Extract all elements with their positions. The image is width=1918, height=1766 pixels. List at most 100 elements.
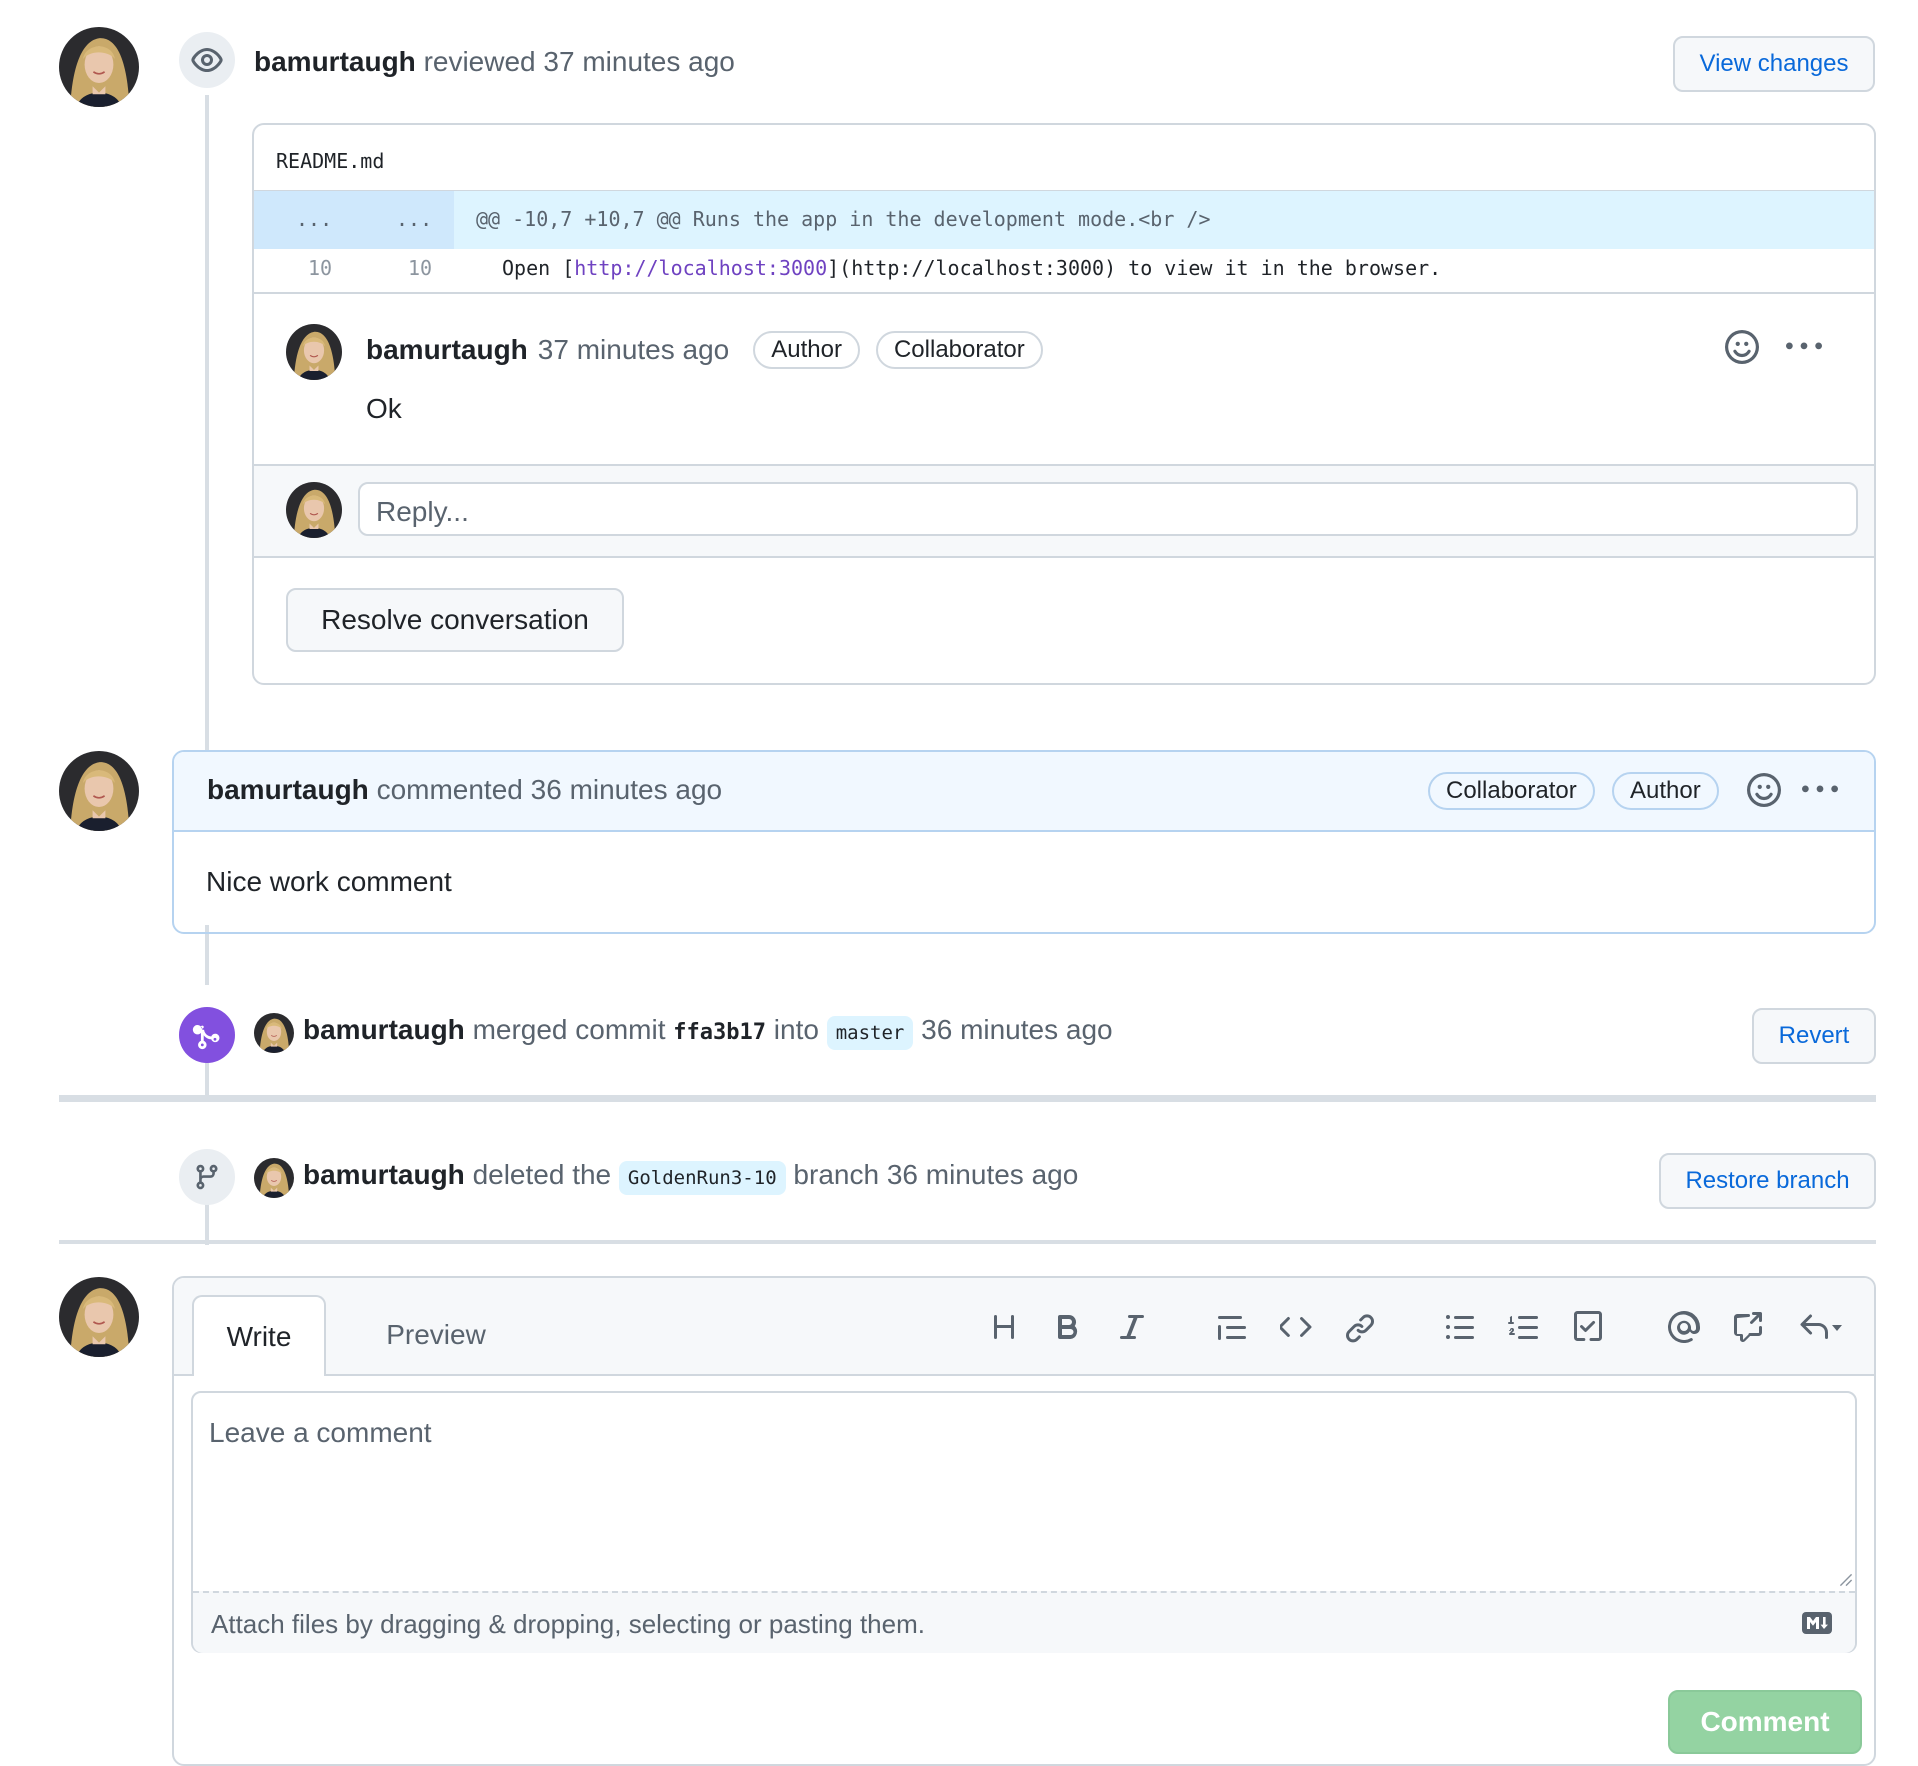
restore-branch-button[interactable]: Restore branch: [1659, 1153, 1876, 1209]
tab-write[interactable]: Write: [192, 1295, 326, 1376]
hunk-right-dots: ...: [396, 207, 433, 231]
author-link[interactable]: bamurtaugh: [303, 1014, 465, 1045]
mention-icon[interactable]: [1664, 1307, 1704, 1347]
code-text: Open [http://localhost:3000](http://loca…: [502, 256, 1441, 280]
author-link[interactable]: bamurtaugh: [207, 774, 369, 805]
resolve-conversation-button[interactable]: Resolve conversation: [286, 588, 624, 652]
add-reaction-button[interactable]: [1744, 770, 1784, 810]
review-action: reviewed: [423, 46, 536, 77]
avatar[interactable]: [254, 1158, 294, 1198]
branch-badge: [179, 1149, 235, 1205]
tab-write-label: Write: [226, 1320, 292, 1352]
review-badge: [179, 32, 235, 88]
kebab-horizontal-icon: [1802, 785, 1838, 793]
timestamp[interactable]: 36 minutes ago: [887, 1159, 1078, 1190]
avatar[interactable]: [59, 27, 139, 107]
author-badge: Author: [753, 331, 860, 369]
numbered-list-icon[interactable]: [1504, 1307, 1544, 1347]
timeline-line: [205, 925, 209, 985]
reply-placeholder: Reply...: [376, 496, 469, 527]
tab-preview-label: Preview: [386, 1318, 486, 1350]
author-link[interactable]: bamurtaugh: [254, 46, 416, 77]
bold-icon[interactable]: [1048, 1307, 1088, 1347]
comment-submit-button[interactable]: Comment: [1668, 1690, 1862, 1754]
task-list-icon[interactable]: [1568, 1307, 1608, 1347]
author-badge: Author: [1612, 772, 1719, 810]
timeline-line: [205, 95, 209, 760]
timestamp[interactable]: 37 minutes ago: [543, 46, 734, 77]
branch-label[interactable]: GoldenRun3-10: [618, 1161, 786, 1195]
eye-icon: [191, 48, 223, 72]
markdown-icon[interactable]: [1801, 1611, 1833, 1635]
heading-icon[interactable]: [984, 1307, 1024, 1347]
link-icon[interactable]: [1340, 1307, 1380, 1347]
review-comment-header: bamurtaugh 37 minutes ago Author Collabo…: [366, 331, 1043, 369]
code-suffix: ](http://localhost:3000) to view it in t…: [827, 256, 1442, 280]
merged-badge: [179, 1007, 235, 1063]
comment-action: commented: [376, 774, 523, 805]
review-comment-body: Ok: [366, 393, 402, 424]
saved-reply-icon[interactable]: [1792, 1307, 1848, 1347]
review-header: bamurtaugh reviewed 37 minutes ago: [254, 46, 735, 78]
code-link: http://localhost:3000: [574, 256, 828, 280]
comment-textarea[interactable]: Leave a comment Attach files by dragging…: [191, 1391, 1857, 1653]
resize-handle-icon[interactable]: [1839, 1573, 1853, 1587]
hunk-row: ... ... @@ -10,7 +10,7 @@ Runs the app i…: [254, 190, 1874, 249]
add-reaction-button[interactable]: [1722, 327, 1762, 367]
comment-box: bamurtaugh commented 36 minutes ago Coll…: [172, 750, 1876, 934]
avatar[interactable]: [286, 324, 342, 380]
avatar[interactable]: [254, 1013, 294, 1053]
deleted-branch-text: bamurtaugh deleted the GoldenRun3-10 bra…: [303, 1159, 1078, 1195]
hunk-left-dots: ...: [296, 207, 333, 231]
italic-icon[interactable]: [1112, 1307, 1152, 1347]
comment-body: Nice work comment: [206, 866, 452, 897]
attach-files-text: Attach files by dragging & dropping, sel…: [211, 1609, 925, 1639]
smiley-icon: [1725, 330, 1759, 364]
timeline-line: [205, 1057, 209, 1097]
author-link[interactable]: bamurtaugh: [366, 334, 528, 366]
cross-reference-icon[interactable]: [1728, 1307, 1768, 1347]
comment-options-button[interactable]: [1798, 770, 1842, 810]
view-changes-button[interactable]: View changes: [1673, 36, 1875, 92]
comment-composer: Write Preview Leave a comment Attach fil…: [172, 1276, 1876, 1766]
quote-icon[interactable]: [1212, 1307, 1252, 1347]
bullet-list-icon[interactable]: [1440, 1307, 1480, 1347]
timeline-divider: [59, 1095, 1876, 1102]
reply-input[interactable]: Reply...: [358, 482, 1858, 536]
code-line: 10 10 Open [http://localhost:3000](http:…: [254, 248, 1874, 294]
line-number-left[interactable]: 10: [308, 256, 332, 280]
merge-action: merged commit: [472, 1014, 666, 1045]
git-branch-icon: [196, 1164, 218, 1190]
attach-bar[interactable]: Attach files by dragging & dropping, sel…: [193, 1591, 1855, 1653]
branch-label[interactable]: master: [826, 1016, 914, 1050]
author-link[interactable]: bamurtaugh: [303, 1159, 465, 1190]
review-thread: README.md ... ... @@ -10,7 +10,7 @@ Runs…: [252, 123, 1876, 685]
commit-sha-link[interactable]: ffa3b17: [673, 1020, 766, 1045]
deleted-action: deleted the: [472, 1159, 612, 1190]
merge-text: bamurtaugh merged commit ffa3b17 into ma…: [303, 1014, 1113, 1050]
collaborator-badge: Collaborator: [875, 331, 1043, 369]
avatar[interactable]: [59, 751, 139, 831]
comment-options-button[interactable]: [1782, 327, 1826, 367]
timestamp[interactable]: 36 minutes ago: [531, 774, 722, 805]
timestamp[interactable]: 37 minutes ago: [538, 334, 729, 366]
tab-preview[interactable]: Preview: [366, 1295, 506, 1374]
avatar: [286, 482, 342, 538]
file-name[interactable]: README.md: [276, 149, 384, 173]
code-icon[interactable]: [1276, 1307, 1316, 1347]
comment-meta: bamurtaugh commented 36 minutes ago: [207, 774, 722, 806]
kebab-horizontal-icon: [1786, 342, 1822, 350]
comment-placeholder: Leave a comment: [209, 1417, 432, 1448]
timeline-divider: [59, 1240, 1876, 1244]
timestamp[interactable]: 36 minutes ago: [921, 1014, 1112, 1045]
git-merge-icon: [192, 1024, 220, 1050]
smiley-icon: [1747, 773, 1781, 807]
hunk-header: @@ -10,7 +10,7 @@ Runs the app in the de…: [476, 207, 1211, 231]
reply-area: Reply...: [254, 464, 1874, 558]
line-number-right[interactable]: 10: [408, 256, 432, 280]
collaborator-badge: Collaborator: [1428, 772, 1595, 810]
code-prefix: Open [: [502, 256, 575, 280]
avatar[interactable]: [59, 1277, 139, 1357]
revert-button[interactable]: Revert: [1752, 1008, 1876, 1064]
deleted-branch-word: branch: [793, 1159, 880, 1190]
